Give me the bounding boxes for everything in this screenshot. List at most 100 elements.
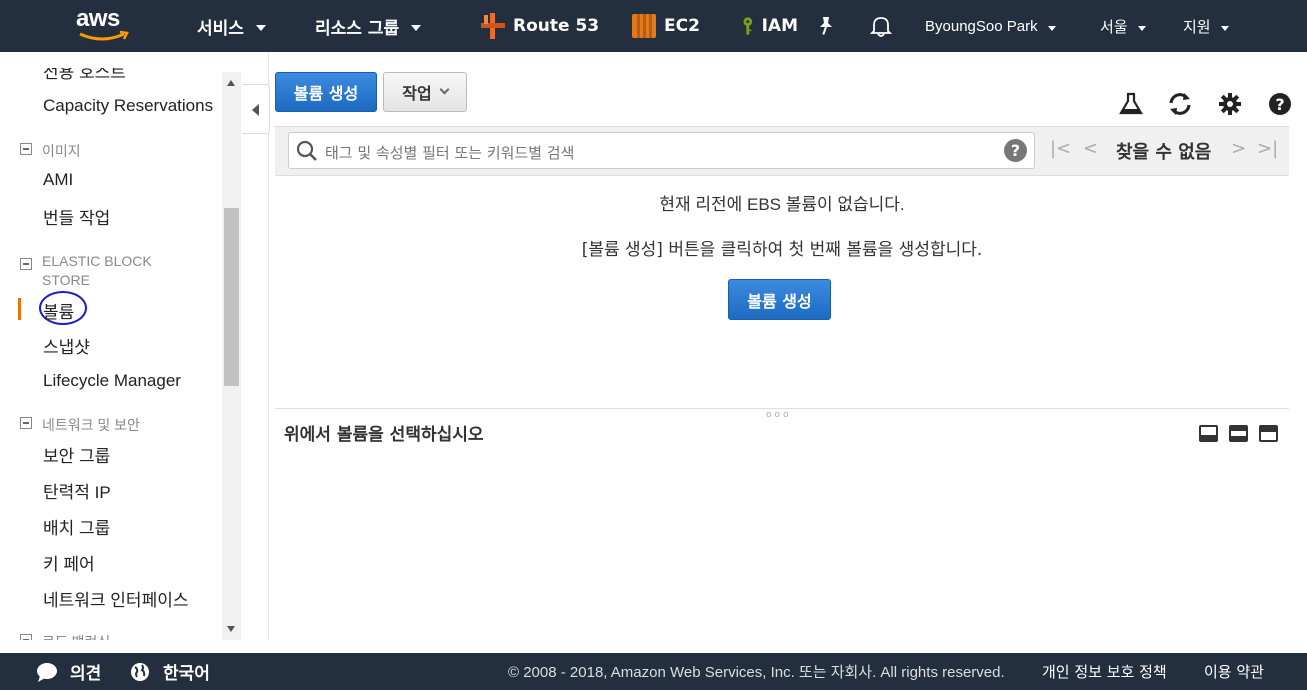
sidebar-section-ebs[interactable]: ELASTIC BLOCK STORE — [20, 252, 152, 290]
user-name: ByoungSoo Park — [925, 17, 1038, 35]
notifications-button[interactable] — [870, 0, 892, 52]
sidebar-section-images[interactable]: 이미지 — [20, 141, 81, 161]
sidebar-section-network-security[interactable]: 네트워크 및 보안 — [20, 415, 140, 435]
resource-groups-menu[interactable]: 리소스 그룹 — [315, 0, 422, 52]
layout-top-icon[interactable] — [1259, 425, 1278, 442]
content-divider — [268, 52, 269, 640]
first-page-icon[interactable]: |< — [1050, 138, 1071, 159]
aws-smile-icon — [79, 30, 129, 41]
prev-page-icon[interactable]: < — [1083, 138, 1098, 159]
globe-icon — [131, 662, 149, 681]
search-placeholder: 태그 및 속성별 필터 또는 키워드별 검색 — [325, 144, 575, 162]
shortcut-ec2[interactable]: EC2 — [632, 0, 700, 52]
sidebar-section-label: 네트워크 및 보안 — [42, 417, 140, 433]
collapse-icon — [20, 143, 32, 155]
feedback-label: 의견 — [70, 664, 102, 684]
copyright-text: © 2008 - 2018, Amazon Web Services, Inc.… — [508, 664, 1005, 681]
sidebar-section-label: 로드 밸런싱 — [42, 632, 110, 640]
help-icon[interactable]: ? — [1267, 91, 1293, 117]
sidebar-item-volumes[interactable]: 볼륨 — [43, 298, 74, 323]
sidebar-item-security-groups[interactable]: 보안 그룹 — [43, 442, 110, 467]
bell-icon — [870, 17, 892, 37]
collapse-icon — [20, 417, 32, 429]
ec2-icon — [632, 14, 656, 38]
flask-icon[interactable] — [1118, 91, 1144, 117]
chevron-down-icon — [1220, 25, 1229, 31]
sidebar-section-label: ELASTIC BLOCK STORE — [42, 252, 152, 290]
pin-icon — [820, 17, 832, 35]
sidebar-item-key-pairs[interactable]: 키 페어 — [43, 550, 95, 575]
shortcut-iam[interactable]: IAM — [742, 0, 798, 52]
search-icon — [296, 140, 317, 161]
services-menu[interactable]: 서비스 — [197, 0, 266, 52]
active-indicator — [18, 298, 21, 320]
shortcut-route53[interactable]: Route 53 — [481, 0, 599, 52]
resource-groups-label: 리소스 그룹 — [315, 18, 400, 39]
terms-link[interactable]: 이용 약관 — [1204, 653, 1264, 690]
empty-state-hint: [볼륨 생성] 버튼을 클릭하여 첫 번째 볼륨을 생성합니다. — [581, 240, 983, 260]
sidebar-item-lifecycle-manager[interactable]: Lifecycle Manager — [43, 371, 181, 391]
sidebar-item-dedicated-hosts[interactable]: 전용 호스트 — [43, 68, 126, 83]
empty-state-create-volume-label: 볼륨 생성 — [747, 291, 812, 311]
pager-status: 찾을 수 없음 — [1116, 142, 1212, 163]
pin-button[interactable] — [817, 0, 835, 52]
aws-logo[interactable]: aws — [76, 6, 132, 46]
sidebar-section-label-line2: STORE — [42, 272, 90, 288]
detail-panel-title: 위에서 볼륨을 선택하십시오 — [284, 425, 484, 445]
services-menu-label: 서비스 — [197, 18, 244, 39]
search-help-icon[interactable]: ? — [1004, 139, 1027, 162]
sidebar: 전용 호스트 Capacity Reservations 이미지 AMI 번들 … — [0, 52, 241, 640]
sidebar-item-network-interfaces[interactable]: 네트워크 인터페이스 — [43, 586, 188, 611]
sidebar-item-snapshots[interactable]: 스냅샷 — [43, 333, 90, 358]
user-menu[interactable]: ByoungSoo Park — [925, 0, 1056, 52]
next-page-icon[interactable]: > — [1231, 138, 1246, 159]
sidebar-item-capacity-reservations[interactable]: Capacity Reservations — [43, 96, 213, 116]
route53-icon — [481, 13, 505, 39]
sidebar-section-label-line1: ELASTIC BLOCK — [42, 253, 152, 269]
top-navigation-bar: aws 서비스 리소스 그룹 Route 53 EC2 IAM ByoungSo… — [0, 0, 1307, 52]
language-selector[interactable]: 한국어 — [130, 653, 210, 690]
feedback-link[interactable]: 의견 — [36, 653, 101, 690]
layout-bottom-icon[interactable] — [1199, 425, 1218, 442]
sidebar-section-load-balancing[interactable]: 로드 밸런싱 — [20, 632, 110, 640]
empty-state-create-volume-button[interactable]: 볼륨 생성 — [728, 279, 831, 320]
sidebar-item-ami[interactable]: AMI — [43, 170, 73, 190]
privacy-policy-link[interactable]: 개인 정보 보호 정책 — [1042, 653, 1167, 690]
scrollbar-thumb[interactable] — [224, 208, 239, 386]
support-label: 지원 — [1183, 17, 1211, 36]
chevron-down-icon — [255, 25, 266, 31]
sidebar-section-label: 이미지 — [42, 143, 81, 159]
chevron-down-icon — [1047, 25, 1056, 31]
create-volume-button-label: 볼륨 생성 — [293, 84, 359, 103]
scroll-up-arrow-icon[interactable] — [227, 80, 235, 86]
create-volume-button[interactable]: 볼륨 생성 — [275, 72, 377, 112]
sidebar-scrollbar[interactable] — [222, 72, 241, 640]
actions-button-label: 작업 — [402, 84, 432, 103]
search-input[interactable]: 태그 및 속성별 필터 또는 키워드별 검색 ? — [288, 132, 1035, 169]
last-page-icon[interactable]: >| — [1257, 138, 1278, 159]
sidebar-item-placement-groups[interactable]: 배치 그룹 — [43, 514, 110, 539]
gear-icon[interactable] — [1217, 91, 1243, 117]
iam-icon — [743, 17, 753, 35]
drag-handle-icon[interactable]: ooo — [766, 410, 792, 420]
sidebar-collapse-button[interactable] — [242, 84, 270, 134]
collapse-icon — [20, 258, 32, 270]
shortcut-iam-label: IAM — [761, 16, 798, 36]
panel-splitter[interactable] — [275, 408, 1289, 409]
chevron-down-icon — [1137, 25, 1146, 31]
support-menu[interactable]: 지원 — [1183, 0, 1229, 52]
layout-split-icon[interactable] — [1229, 425, 1248, 442]
sidebar-item-elastic-ips[interactable]: 탄력적 IP — [43, 478, 111, 503]
actions-button[interactable]: 작업 — [383, 72, 467, 112]
region-label: 서울 — [1100, 17, 1128, 36]
speech-bubble-icon — [37, 662, 57, 682]
refresh-icon[interactable] — [1167, 91, 1193, 117]
scroll-down-arrow-icon[interactable] — [227, 626, 235, 632]
aws-logo-text: aws — [76, 5, 120, 32]
chevron-down-icon — [439, 84, 450, 94]
svg-text:?: ? — [1275, 95, 1284, 114]
sidebar-item-bundle-tasks[interactable]: 번들 작업 — [43, 204, 110, 229]
shortcut-route53-label: Route 53 — [513, 16, 600, 36]
region-menu[interactable]: 서울 — [1100, 0, 1146, 52]
language-label: 한국어 — [163, 664, 210, 684]
